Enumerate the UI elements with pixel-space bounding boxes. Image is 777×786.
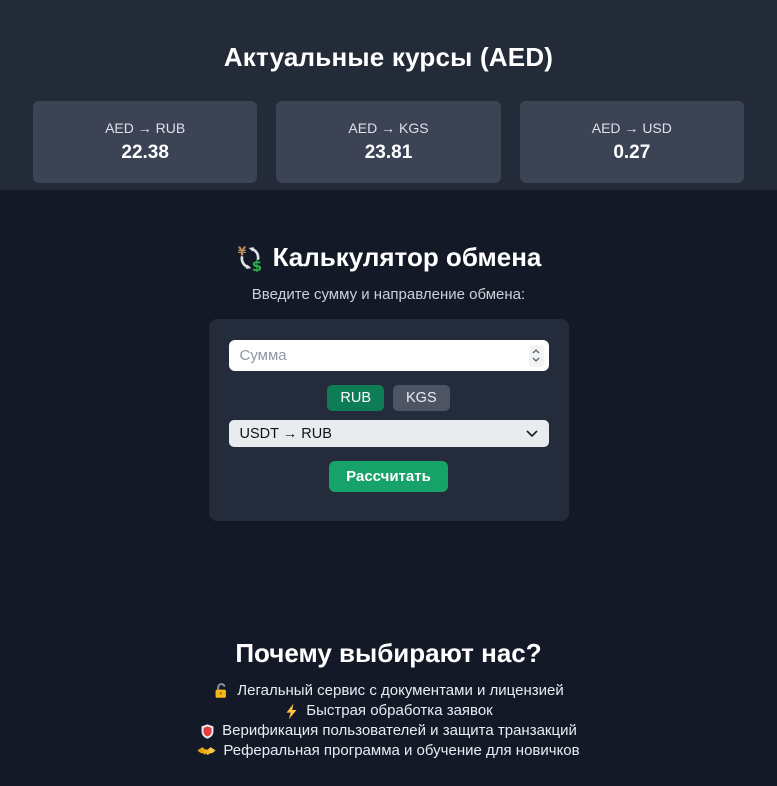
page: Актуальные курсы (AED) AED → RUB 22.38 A… [0,0,777,785]
direction-select-value: USDT → RUB [240,426,332,442]
rates-title: Актуальные курсы (AED) [33,42,744,73]
rate-card-aed-usd: AED → USD 0.27 [520,101,744,183]
calculator-title: ¥ $ Калькулятор обмена [0,242,777,273]
chevron-down-icon [526,430,538,437]
number-spinner[interactable] [529,345,544,367]
list-item-text: Верификация пользователей и защита транз… [222,721,577,741]
amount-input[interactable] [229,340,549,371]
rate-card-aed-kgs: AED → KGS 23.81 [276,101,500,183]
currency-button-rub[interactable]: RUB [327,385,384,411]
list-item: Верификация пользователей и защита транз… [0,721,777,741]
direction-select[interactable]: USDT → RUB [229,420,549,447]
amount-field-wrap [229,340,549,371]
calculate-button[interactable]: Рассчитать [329,461,448,492]
currency-exchange-icon: ¥ $ [236,244,264,272]
svg-text:¥: ¥ [237,244,246,258]
list-item-text: Реферальная программа и обучение для нов… [223,741,579,761]
list-item-text: Быстрая обработка заявок [306,701,493,721]
rate-value: 0.27 [520,141,744,164]
rates-section: Актуальные курсы (AED) AED → RUB 22.38 A… [0,0,777,190]
lock-open-icon [213,683,230,700]
spinner-down-icon [532,357,540,362]
calculator-card: RUB KGS USDT → RUB Рассчитать [209,319,569,521]
rate-label: AED → RUB [33,120,257,137]
why-us-section: Почему выбирают нас? Легальный сервис с … [0,638,777,785]
spinner-up-icon [532,349,540,354]
rate-label: AED → USD [520,120,744,137]
currency-button-row: RUB KGS [229,385,549,411]
rate-value: 22.38 [33,141,257,164]
list-item: Реферальная программа и обучение для нов… [0,741,777,761]
svg-text:$: $ [251,257,261,272]
rate-value: 23.81 [276,141,500,164]
list-item: Быстрая обработка заявок [0,701,777,721]
currency-button-kgs[interactable]: KGS [393,385,450,411]
list-item-text: Легальный сервис с документами и лицензи… [237,681,563,701]
handshake-icon [197,745,216,758]
rates-row: AED → RUB 22.38 AED → KGS 23.81 AED → US… [33,101,744,183]
calculator-subtitle: Введите сумму и направление обмена: [0,286,777,303]
rate-card-aed-rub: AED → RUB 22.38 [33,101,257,183]
shield-icon [200,723,215,740]
calculator-title-text: Калькулятор обмена [273,242,542,273]
calculator-section: ¥ $ Калькулятор обмена Введите сумму и н… [0,190,777,521]
rate-label: AED → KGS [276,120,500,137]
lightning-icon [284,703,299,720]
list-item: Легальный сервис с документами и лицензи… [0,681,777,701]
why-us-title: Почему выбирают нас? [0,638,777,669]
